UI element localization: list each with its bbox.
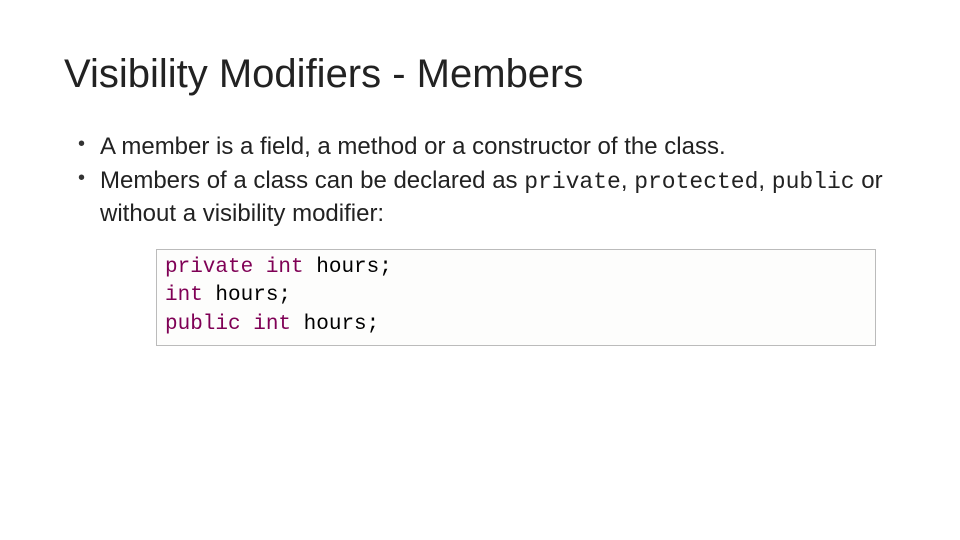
bullet-2-sep-1: , xyxy=(621,167,634,194)
keyword-private: private xyxy=(524,169,621,195)
code-id-1: hours; xyxy=(316,256,392,279)
bullet-2-text-pre: Members of a class can be declared as xyxy=(100,167,524,194)
keyword-protected: protected xyxy=(634,169,758,195)
code-kw-int-1: int xyxy=(266,256,316,279)
code-kw-int-2: int xyxy=(165,284,215,307)
code-id-2: hours; xyxy=(215,284,291,307)
code-box: private int hours; int hours; public int… xyxy=(156,249,876,346)
code-line-3: public int hours; xyxy=(165,311,867,339)
keyword-public: public xyxy=(772,169,855,195)
bullet-item-2: Members of a class can be declared as pr… xyxy=(78,165,900,230)
slide: Visibility Modifiers - Members A member … xyxy=(0,0,960,346)
slide-title: Visibility Modifiers - Members xyxy=(64,52,900,97)
bullet-list: A member is a field, a method or a const… xyxy=(64,131,900,231)
bullet-2-sep-2: , xyxy=(758,167,771,194)
code-id-3: hours; xyxy=(304,313,380,336)
bullet-item-1: A member is a field, a method or a const… xyxy=(78,131,900,163)
code-kw-int-3: int xyxy=(253,313,303,336)
code-line-1: private int hours; xyxy=(165,254,867,282)
code-line-2: int hours; xyxy=(165,282,867,310)
code-kw-private: private xyxy=(165,256,266,279)
code-kw-public: public xyxy=(165,313,253,336)
